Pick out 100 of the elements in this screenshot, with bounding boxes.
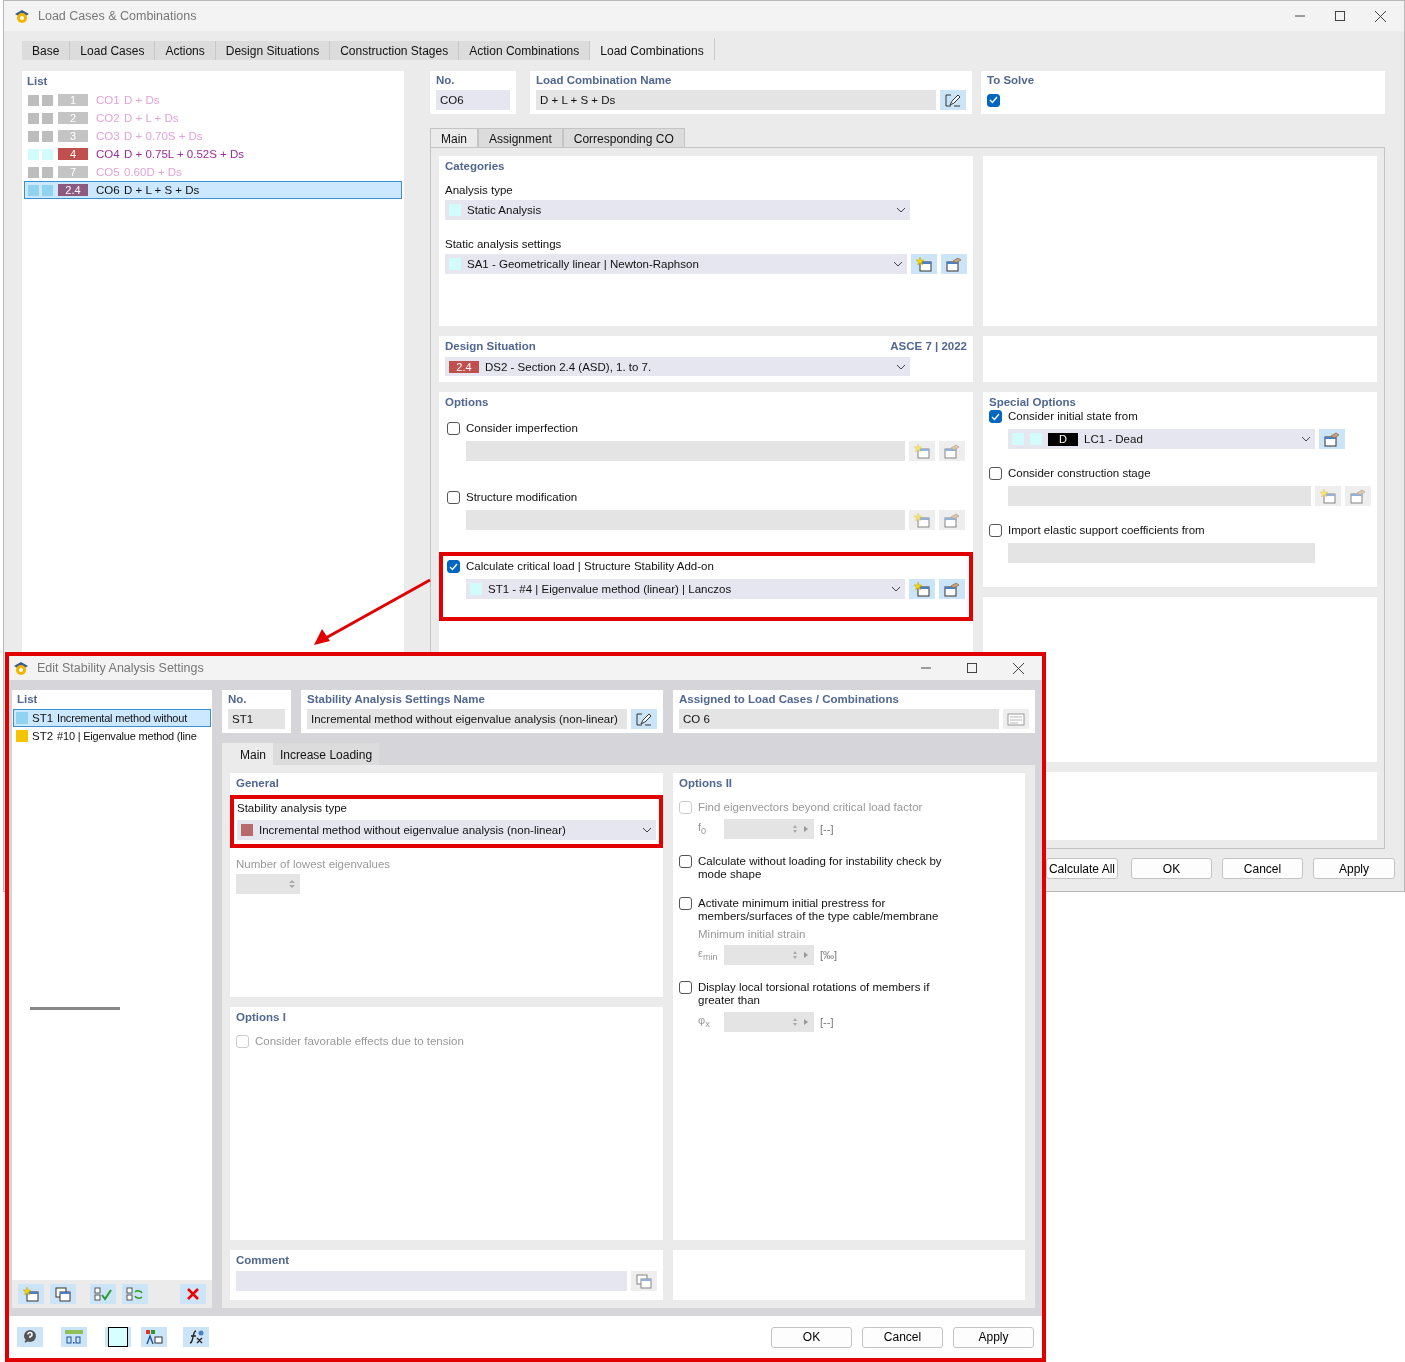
edit-button[interactable] — [939, 441, 965, 461]
new-button[interactable] — [911, 254, 937, 274]
close-icon[interactable] — [1375, 10, 1386, 22]
checkbox[interactable] — [989, 410, 1002, 423]
rename-button[interactable] — [631, 709, 657, 729]
dialog-button[interactable]: Cancel — [1222, 858, 1303, 879]
name-field[interactable]: D + L + S + Ds — [536, 90, 936, 110]
option-field[interactable] — [1008, 486, 1311, 506]
value-field[interactable] — [724, 1012, 814, 1032]
value-field[interactable] — [724, 819, 814, 839]
checkbox[interactable] — [447, 422, 460, 435]
edit-button[interactable] — [941, 254, 967, 274]
list-item[interactable]: ST1 Incremental method without — [13, 709, 211, 727]
dialog-button[interactable]: OK — [1131, 858, 1212, 879]
checkbox[interactable] — [679, 897, 692, 910]
edit-button[interactable] — [1319, 429, 1345, 449]
combination-id: CO4 — [96, 148, 121, 160]
initial-state-dropdown[interactable]: D LC1 - Dead — [1008, 429, 1315, 449]
new-window-icon — [914, 512, 930, 528]
design-situation-dropdown[interactable]: 2.4 DS2 - Section 2.4 (ASD), 1. to 7. — [445, 357, 910, 376]
tab[interactable]: Base — [22, 41, 71, 60]
checkbox[interactable] — [989, 467, 1002, 480]
new-button[interactable] — [909, 579, 935, 599]
combination-name: D + Ds — [124, 94, 160, 106]
tab[interactable]: Actions — [155, 41, 216, 60]
tab[interactable]: Action Combinations — [459, 41, 591, 60]
settings-id: ST2 — [32, 730, 54, 742]
maximize-icon[interactable] — [1335, 11, 1345, 21]
formula-button[interactable] — [183, 1327, 209, 1347]
copy-button[interactable] — [50, 1284, 76, 1304]
copy-button[interactable] — [631, 1271, 657, 1291]
value-field[interactable] — [724, 945, 814, 965]
checkbox[interactable] — [679, 981, 692, 994]
option-label: Consider favorable effects due to tension — [255, 1035, 464, 1047]
maximize-icon[interactable] — [967, 663, 977, 673]
dialog-button[interactable]: Calculate All — [1045, 858, 1118, 879]
section-title: Options II — [679, 777, 734, 789]
display-button[interactable] — [141, 1327, 167, 1347]
tab[interactable]: Load Cases — [70, 41, 156, 60]
dialog-button[interactable]: OK — [771, 1326, 852, 1348]
tab[interactable]: Main — [430, 128, 478, 148]
list-item[interactable]: ST2 #10 | Eigenvalue method (line — [13, 727, 211, 745]
close-icon[interactable] — [1013, 662, 1024, 674]
new-button[interactable] — [909, 441, 935, 461]
toggle-check-icon — [126, 1286, 144, 1302]
option-dropdown[interactable]: ST1 - #4 | Eigenvalue method (linear) | Lanczos — [466, 579, 905, 599]
delete-button[interactable] — [180, 1284, 206, 1304]
number-field[interactable]: ST1 — [228, 709, 285, 729]
assigned-field[interactable]: CO 6 — [679, 709, 999, 729]
section-title: Categories — [445, 160, 506, 172]
tab[interactable]: Design Situations — [215, 41, 331, 60]
toggle-check-button[interactable] — [122, 1284, 148, 1304]
checkbox[interactable] — [447, 491, 460, 504]
new-button[interactable] — [909, 510, 935, 530]
tab[interactable]: Construction Stages — [330, 41, 460, 60]
name-field[interactable]: Incremental method without eigenvalue analysis (non-linear) — [307, 709, 627, 729]
new-button[interactable] — [1315, 486, 1341, 506]
tab[interactable]: Assignment — [478, 128, 563, 147]
checkbox[interactable] — [679, 855, 692, 868]
eigenvalue-count-field[interactable] — [236, 874, 300, 894]
option-field[interactable] — [1008, 543, 1315, 563]
tab[interactable]: Corresponding CO — [562, 128, 685, 147]
comment-field[interactable] — [236, 1271, 627, 1291]
number-field[interactable]: CO6 — [436, 90, 510, 110]
chevron-down-icon — [896, 207, 906, 213]
dialog-button[interactable]: Cancel — [862, 1326, 943, 1348]
tab[interactable]: Increase Loading — [273, 743, 380, 765]
stability-type-dropdown[interactable]: Incremental method without eigenvalue analysis (non-linear) — [237, 820, 656, 840]
edit-button[interactable] — [939, 579, 965, 599]
checkbox[interactable] — [987, 93, 1000, 107]
check-all-button[interactable] — [90, 1284, 116, 1304]
checkbox[interactable] — [989, 524, 1002, 537]
option-field[interactable] — [466, 441, 905, 461]
section-title: General — [236, 777, 280, 789]
number-badge: 1 — [58, 94, 88, 106]
section-title: Special Options — [989, 396, 1077, 408]
standard-label: ASCE 7 | 2022 — [890, 340, 967, 352]
option-field[interactable] — [466, 510, 905, 530]
edit-button[interactable] — [939, 510, 965, 530]
help-button[interactable] — [17, 1327, 43, 1347]
option-label: Consider construction stage — [1008, 467, 1151, 479]
list-item[interactable]: 2.4 CO6 D + L + S + Ds — [24, 181, 402, 199]
color-button[interactable] — [105, 1327, 131, 1347]
field-label: Static analysis settings — [445, 238, 563, 250]
dialog-button[interactable]: Apply — [953, 1326, 1034, 1348]
option-label: Consider imperfection — [466, 422, 578, 434]
rename-icon — [945, 92, 961, 108]
new-button[interactable] — [18, 1284, 44, 1304]
analysis-type-dropdown[interactable]: Static Analysis — [445, 200, 910, 220]
checkbox[interactable] — [447, 560, 460, 573]
static-settings-dropdown[interactable]: SA1 - Geometrically linear | Newton-Raphson — [445, 254, 907, 274]
units-button[interactable] — [61, 1327, 87, 1347]
settings-name: Incremental method without — [57, 712, 188, 724]
list-item[interactable]: 4 CO4 D + 0.75L + 0.52S + Ds — [24, 145, 402, 163]
status-square-icon — [28, 130, 39, 142]
rename-button[interactable] — [940, 90, 966, 110]
tab[interactable]: Main — [222, 743, 273, 765]
field-label: Analysis type — [445, 184, 514, 196]
edit-button[interactable] — [1345, 486, 1371, 506]
dialog-button[interactable]: Apply — [1313, 858, 1395, 879]
